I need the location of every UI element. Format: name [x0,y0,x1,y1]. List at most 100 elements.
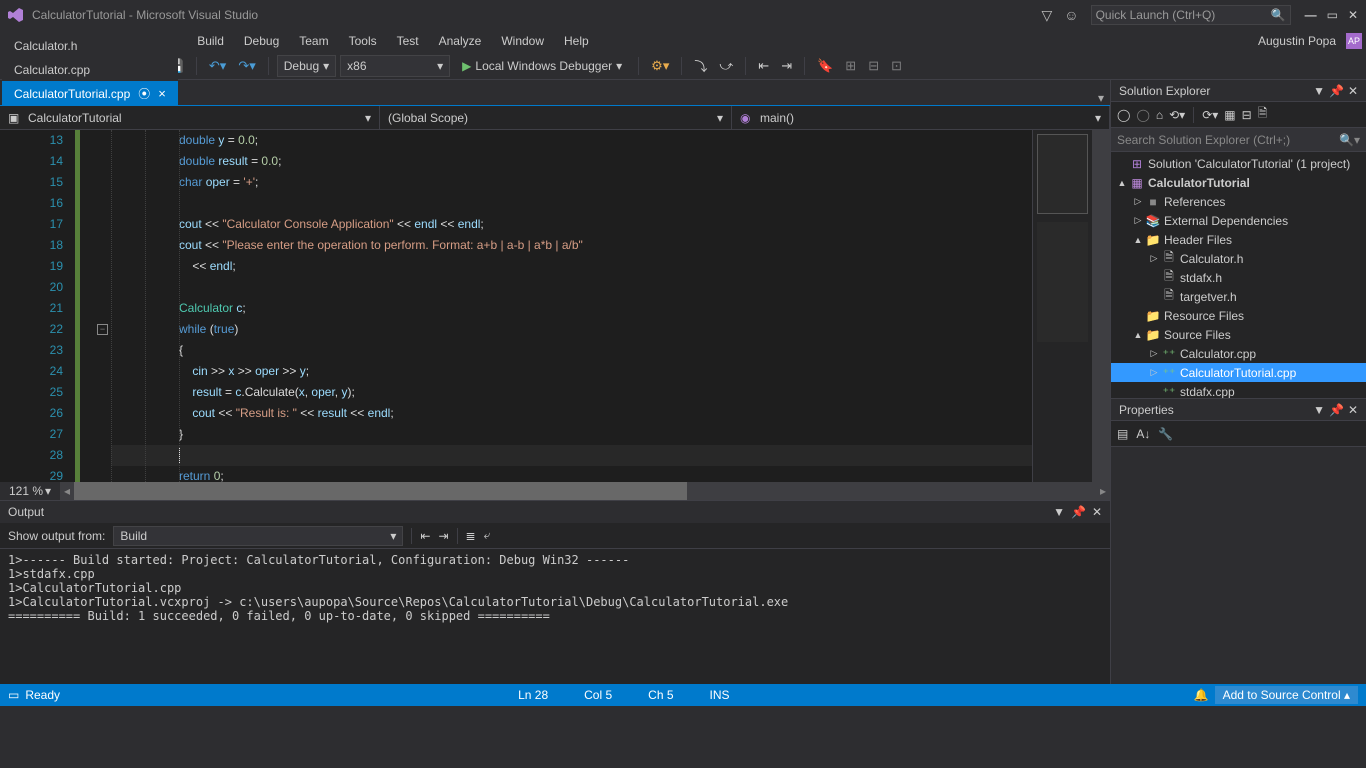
output-next-icon[interactable]: ⇥ [438,529,448,543]
indent-more-icon[interactable]: ⇥ [777,55,796,77]
prop-sort-icon[interactable]: A↓ [1136,427,1150,441]
nav-bar: ▣ CalculatorTutorial▾ (Global Scope)▾ ◉ … [0,106,1110,130]
step-over-icon[interactable]: ⤻ [715,55,737,77]
output-pin-icon[interactable]: 📌 [1071,505,1086,519]
tab-calculator-h[interactable]: Calculator.h [2,33,178,57]
method-icon: ◉ [740,111,754,125]
output-dropdown-icon[interactable]: ▼ [1053,505,1065,519]
prop-dropdown-icon[interactable]: ▼ [1313,403,1325,417]
tab-calculator-cpp[interactable]: Calculator.cpp [2,57,178,81]
tree-source-files[interactable]: ▲📁Source Files [1111,325,1366,344]
prop-categorized-icon[interactable]: ▤ [1117,427,1128,441]
fold-column[interactable]: − [95,130,111,482]
tree-targetver-h[interactable]: 🗎targetver.h [1111,287,1366,306]
feedback-icon[interactable]: ☺ [1064,7,1078,23]
vs-logo-icon [8,7,24,23]
quick-launch-input[interactable]: Quick Launch (Ctrl+Q) 🔍 [1091,5,1291,25]
toggle-icon[interactable]: ⊡ [887,55,906,77]
menu-window[interactable]: Window [491,32,554,50]
comment-icon[interactable]: ⊞ [841,55,860,77]
se-close-icon[interactable]: ✕ [1348,84,1358,98]
tab-calculatortutorial-cpp[interactable]: CalculatorTutorial.cpp ⦿ × [2,81,178,105]
tree-header-files[interactable]: ▲📁Header Files [1111,230,1366,249]
se-pin-icon[interactable]: 📌 [1329,84,1344,98]
minimap[interactable] [1032,130,1092,482]
prop-close-icon[interactable]: ✕ [1348,403,1358,417]
user-name[interactable]: Augustin Popa [1252,34,1342,48]
tree-calculatortutorial-cpp[interactable]: ▷⁺⁺CalculatorTutorial.cpp [1111,363,1366,382]
se-showall-icon[interactable]: ▦ [1224,108,1235,122]
cpp-icon: ⁺⁺ [1161,366,1177,380]
menu-team[interactable]: Team [289,32,338,50]
editor[interactable]: 13141516171819202122232425262728293031 −… [0,130,1110,482]
nav-class-dropdown[interactable]: ▣ CalculatorTutorial▾ [0,106,380,129]
tab-overflow-icon[interactable]: ▾ [1092,91,1110,105]
minimize-button[interactable]: — [1305,8,1317,22]
uncomment-icon[interactable]: ⊟ [864,55,883,77]
properties-body [1111,447,1366,684]
redo-button[interactable]: ↷▾ [234,55,259,77]
start-debug-button[interactable]: ▶Local Windows Debugger▾ [454,55,630,77]
output-clear-icon[interactable]: ≣ [466,529,476,543]
se-dropdown-icon[interactable]: ▼ [1313,84,1325,98]
close-button[interactable]: ✕ [1348,8,1358,22]
se-sync-icon[interactable]: ⟲▾ [1169,108,1185,122]
tree-resource-files[interactable]: 📁Resource Files [1111,306,1366,325]
tree-external-dependencies[interactable]: ▷📚External Dependencies [1111,211,1366,230]
se-back-icon[interactable]: ◯ [1117,108,1130,122]
process-button[interactable]: ⚙▾ [647,55,673,77]
code-area[interactable]: double y = 0.0;double result = 0.0;char … [111,130,1032,482]
solution-tree[interactable]: ⊞Solution 'CalculatorTutorial' (1 projec… [1111,152,1366,398]
indent-less-icon[interactable]: ⇤ [754,55,773,77]
status-ch: Ch 5 [630,688,691,702]
notifications-icon[interactable]: 🔔 [1194,688,1209,702]
tree-calculator-cpp[interactable]: ▷⁺⁺Calculator.cpp [1111,344,1366,363]
nav-scope-dropdown[interactable]: (Global Scope)▾ [380,106,732,129]
se-properties-icon[interactable]: 🗎 [1258,104,1268,125]
step-into-icon[interactable]: ⤵ [690,55,711,77]
close-tab-icon[interactable]: × [158,86,166,101]
user-avatar[interactable]: AP [1346,33,1362,49]
menu-analyze[interactable]: Analyze [429,32,492,50]
tree-calculatortutorial[interactable]: ▲▦CalculatorTutorial [1111,173,1366,192]
platform-dropdown[interactable]: x86▾ [340,55,450,77]
bookmark-icon[interactable]: 🔖 [813,55,837,77]
se-collapse-icon[interactable]: ⊟ [1242,108,1252,122]
se-home-icon[interactable]: ⌂ [1156,108,1163,122]
tree-stdafx-cpp[interactable]: ⁺⁺stdafx.cpp [1111,382,1366,398]
tree-calculator-h[interactable]: ▷🗎Calculator.h [1111,249,1366,268]
output-close-icon[interactable]: ✕ [1092,505,1102,519]
fld-icon: 📁 [1145,328,1161,342]
maximize-button[interactable]: ▭ [1327,8,1338,22]
nav-member-dropdown[interactable]: ◉ main()▾ [732,106,1110,129]
output-wrap-icon[interactable]: ⤶ [484,528,491,543]
se-fwd-icon[interactable]: ◯ [1136,108,1149,122]
menu-debug[interactable]: Debug [234,32,289,50]
prop-pin-icon[interactable]: 📌 [1329,403,1344,417]
menu-tools[interactable]: Tools [339,32,387,50]
se-search-input[interactable]: Search Solution Explorer (Ctrl+;) 🔍▾ [1111,128,1366,152]
tree-references[interactable]: ▷■References [1111,192,1366,211]
output-prev-icon[interactable]: ⇤ [420,529,430,543]
output-text[interactable]: 1>------ Build started: Project: Calcula… [0,549,1110,684]
menu-build[interactable]: Build [187,32,234,50]
flag-icon[interactable]: ▽ [1042,7,1053,24]
output-source-dropdown[interactable]: Build▾ [113,526,403,546]
undo-button[interactable]: ↶▾ [205,55,230,77]
prop-wrench-icon[interactable]: 🔧 [1158,427,1173,441]
horizontal-scrollbar[interactable]: 121 %▾ ◂ ▸ [0,482,1110,500]
menu-help[interactable]: Help [554,32,599,50]
zoom-dropdown[interactable]: 121 %▾ [0,482,60,500]
pin-icon[interactable]: ⦿ [138,85,150,102]
source-control-button[interactable]: Add to Source Control ▴ [1215,686,1358,704]
menu-test[interactable]: Test [387,32,429,50]
project-icon: ▣ [8,111,22,125]
vertical-scrollbar[interactable] [1092,130,1110,482]
document-tabs: Calculator.hCalculator.cppCalculatorTuto… [0,80,1110,106]
tree-solution-calculatortutorial-1-project-[interactable]: ⊞Solution 'CalculatorTutorial' (1 projec… [1111,154,1366,173]
config-dropdown[interactable]: Debug▾ [277,55,336,77]
se-refresh-icon[interactable]: ⟳▾ [1202,108,1218,122]
status-col: Col 5 [566,688,630,702]
tree-stdafx-h[interactable]: 🗎stdafx.h [1111,268,1366,287]
change-indicator [75,130,95,482]
